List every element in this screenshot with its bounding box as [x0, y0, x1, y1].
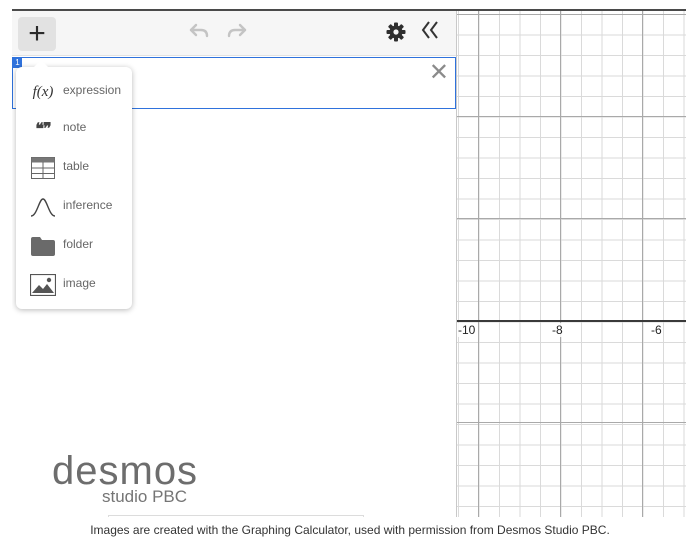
folder-icon: [30, 235, 56, 257]
major-gridline: [457, 14, 686, 15]
expression-toolbar: +: [12, 11, 456, 56]
menu-item-label: inference: [63, 198, 113, 212]
image-icon: [30, 274, 56, 296]
major-gridline: [457, 422, 686, 423]
x-tick-label: -6: [650, 323, 663, 337]
table-icon: [30, 157, 56, 179]
menu-item-folder[interactable]: folder: [16, 227, 132, 263]
gear-icon[interactable]: [385, 21, 407, 48]
menu-item-expression[interactable]: f(x) expression: [16, 73, 132, 109]
major-gridline: [642, 11, 643, 517]
graph-paper[interactable]: -10 -8 -6: [457, 11, 686, 517]
menu-item-label: folder: [63, 237, 94, 251]
function-icon: f(x): [32, 83, 54, 100]
logo-wordmark: desmos: [52, 449, 199, 493]
menu-item-label: expression: [63, 83, 122, 97]
bell-curve-icon: [30, 196, 56, 218]
x-tick-label: -8: [551, 323, 564, 337]
menu-item-table[interactable]: table: [16, 149, 132, 185]
bottom-panel-edge: [108, 515, 364, 517]
major-gridline: [457, 218, 686, 219]
undo-icon[interactable]: [188, 22, 210, 45]
calculator-frame: + 1 ✕ f(x) expression ❝❞ note table infe…: [12, 9, 686, 517]
logo-subtitle: studio PBC: [102, 487, 188, 506]
major-gridline: [560, 11, 561, 517]
menu-caret: [34, 60, 48, 67]
add-item-button[interactable]: +: [18, 17, 56, 51]
menu-item-note[interactable]: ❝❞ note: [16, 110, 132, 146]
close-icon[interactable]: ✕: [429, 60, 449, 86]
quote-icon: ❝❞: [35, 121, 51, 138]
redo-icon[interactable]: [226, 22, 248, 45]
plus-icon: +: [28, 17, 46, 50]
major-gridline: [457, 116, 686, 117]
menu-item-label: note: [63, 120, 87, 134]
x-axis: [457, 320, 686, 322]
expression-panel: + 1 ✕ f(x) expression ❝❞ note table infe…: [12, 11, 457, 517]
menu-item-label: image: [63, 276, 96, 290]
menu-item-inference[interactable]: inference: [16, 188, 132, 224]
add-menu: f(x) expression ❝❞ note table inference …: [16, 60, 132, 309]
image-caption: Images are created with the Graphing Cal…: [90, 523, 610, 537]
x-tick-label: -10: [457, 323, 477, 337]
menu-item-label: table: [63, 159, 90, 173]
collapse-panel-icon[interactable]: [420, 19, 440, 46]
menu-item-image[interactable]: image: [16, 266, 132, 302]
major-gridline: [478, 11, 479, 517]
desmos-logo: desmos studio PBC: [52, 449, 212, 506]
